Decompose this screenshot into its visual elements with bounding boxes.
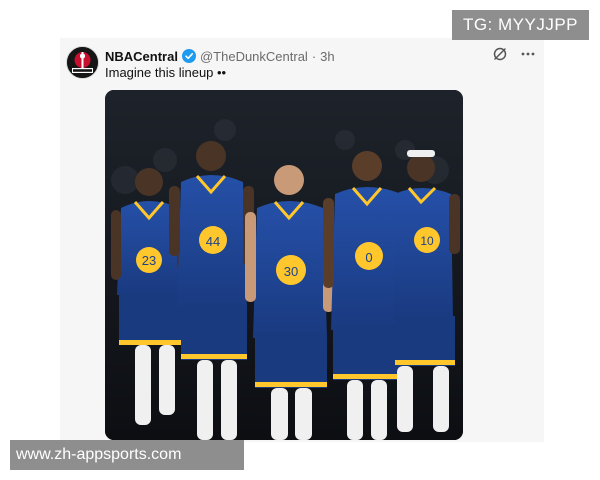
watermark-url: www.zh-appsports.com [10,440,244,470]
display-name[interactable]: NBACentral [105,49,178,64]
tweet-text: Imagine this lineup •• [105,65,227,80]
warriors-players-photo: 23 44 30 0 10 [105,90,463,440]
post-time[interactable]: 3h [320,49,334,64]
svg-text:0: 0 [365,250,372,265]
tweet-header: NBACentral @TheDunkCentral · 3h [105,47,335,65]
tweet-actions [492,46,536,62]
svg-text:23: 23 [142,253,156,268]
grok-icon[interactable] [492,46,508,62]
screenshot-page: NBACentral @TheDunkCentral · 3h Imagine … [0,0,600,480]
tweet-media[interactable]: 23 44 30 0 10 [105,90,463,440]
more-options-icon[interactable] [520,46,536,62]
nba-central-logo-icon [67,47,98,78]
svg-text:10: 10 [420,234,434,248]
avatar[interactable] [66,46,99,79]
verified-badge-icon [181,49,196,63]
tweet-card[interactable]: NBACentral @TheDunkCentral · 3h Imagine … [60,38,544,442]
svg-text:44: 44 [206,234,220,249]
svg-text:30: 30 [284,264,298,279]
user-handle[interactable]: @TheDunkCentral [200,49,308,64]
separator-dot: · [311,48,317,64]
watermark-telegram: TG: MYYJJPP [452,10,589,40]
